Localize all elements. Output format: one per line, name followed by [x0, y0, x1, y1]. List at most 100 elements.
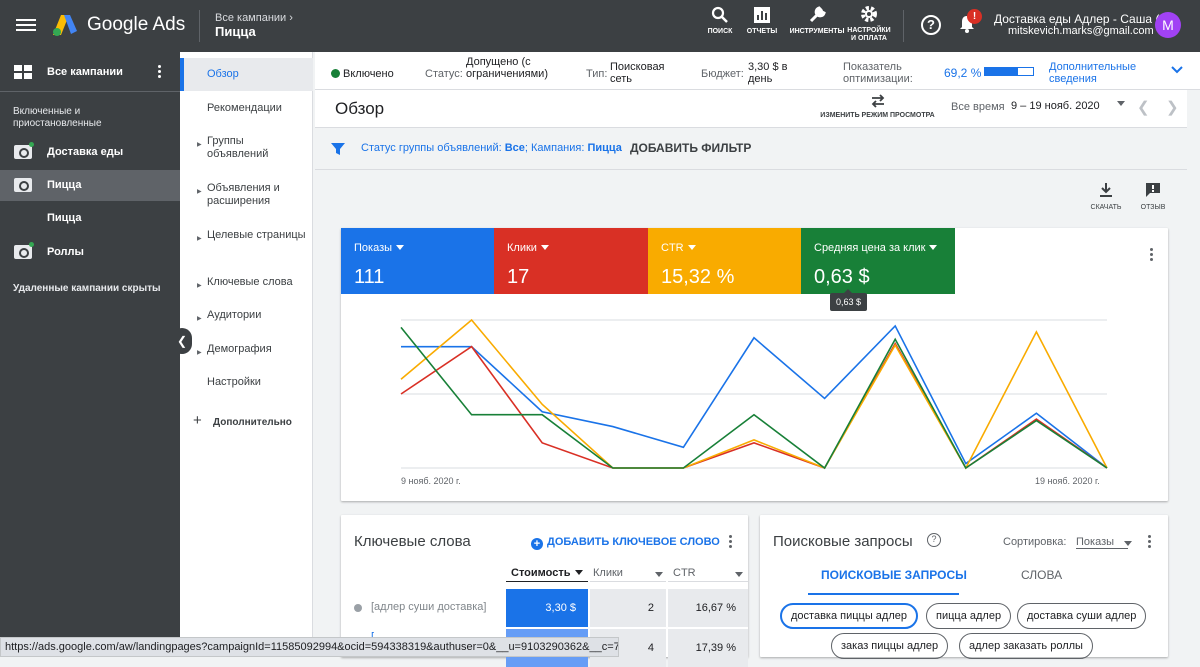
- menu-item-demographics[interactable]: ▶ Демография: [180, 343, 313, 357]
- divider: [590, 581, 666, 582]
- dropdown-arrow-icon[interactable]: [1124, 541, 1132, 546]
- query-chip[interactable]: доставка пиццы адлер: [780, 603, 918, 629]
- dropdown-arrow-icon[interactable]: [1117, 101, 1125, 106]
- reports-icon: [754, 7, 770, 23]
- ctr-cell: 17,39 %: [668, 629, 748, 667]
- column-header-ctr[interactable]: CTR: [673, 567, 696, 579]
- expand-arrow-icon: ▶: [197, 350, 202, 356]
- add-keyword-button[interactable]: + ДОБАВИТЬ КЛЮЧЕВОЕ СЛОВО: [531, 536, 720, 550]
- column-header-clicks[interactable]: Клики: [593, 567, 623, 579]
- metric-label: Средняя цена за клик: [814, 242, 937, 254]
- ctr-cell: 16,67 %: [668, 589, 748, 627]
- brand-name[interactable]: Google Ads: [87, 14, 185, 36]
- table-row[interactable]: [адлер суши доставка] 3,30 $ 2 16,67 %: [341, 589, 748, 627]
- query-chip[interactable]: адлер заказать роллы: [959, 633, 1093, 659]
- avatar[interactable]: M: [1155, 12, 1181, 38]
- query-chip[interactable]: доставка суши адлер: [1017, 603, 1147, 629]
- keywords-card: Ключевые слова + ДОБАВИТЬ КЛЮЧЕВОЕ СЛОВО …: [341, 515, 748, 667]
- search-queries-card: Поисковые запросы ? Сортировка: Показы П…: [760, 515, 1168, 659]
- campaign-nav: Все кампании Включенные и приостановленн…: [0, 52, 180, 657]
- menu-item-landing-pages[interactable]: ▶ Целевые страницы: [180, 229, 313, 257]
- campaign-item-rolls[interactable]: Роллы: [0, 237, 180, 268]
- date-range-label: Все время: [951, 101, 1005, 113]
- tab-search-queries[interactable]: ПОИСКОВЫЕ ЗАПРОСЫ: [821, 568, 967, 582]
- sort-dropdown[interactable]: Показы: [1076, 536, 1129, 549]
- more-vert-icon[interactable]: [729, 535, 733, 550]
- filter-icon[interactable]: [331, 142, 345, 156]
- tab-words[interactable]: СЛОВА: [1021, 568, 1062, 582]
- search-campaign-icon: [14, 245, 32, 259]
- expand-arrow-icon: ▶: [197, 142, 202, 148]
- menu-item-ads-extensions[interactable]: ▶ Объявления и расширения: [180, 182, 313, 210]
- dropdown-arrow-icon[interactable]: [655, 572, 663, 577]
- menu-item-settings[interactable]: Настройки: [180, 376, 313, 390]
- all-campaigns-item[interactable]: Все кампании: [0, 52, 180, 92]
- gear-icon: [861, 6, 877, 22]
- query-chip[interactable]: пицца адлер: [926, 603, 1012, 629]
- metric-impressions[interactable]: Показы 111: [341, 228, 494, 294]
- active-filter[interactable]: Статус группы объявлений: Все; Кампания:…: [361, 142, 622, 154]
- wrench-icon: [809, 6, 826, 23]
- campaign-state[interactable]: Включено: [331, 68, 394, 80]
- prev-period-icon[interactable]: ❮: [1137, 98, 1150, 116]
- campaign-status-bar: Включено Статус: Допущено (с ограничения…: [315, 52, 1200, 90]
- metric-value: 17: [507, 266, 530, 288]
- feedback-button[interactable]: ОТЗЫВ: [1138, 182, 1168, 211]
- budget-value[interactable]: 3,30 $ в день: [748, 61, 808, 85]
- keyword-text: [адлер суши доставка]: [371, 601, 487, 613]
- help-icon[interactable]: ?: [927, 533, 941, 547]
- adgroup-item-pizza[interactable]: Пицца: [0, 203, 180, 234]
- menu-item-overview[interactable]: Обзор: [180, 58, 313, 91]
- date-range-picker[interactable]: 9 – 19 нояб. 2020: [1011, 100, 1100, 112]
- metric-avg-cpc[interactable]: Средняя цена за клик 0,63 $: [801, 228, 955, 294]
- metric-ctr[interactable]: CTR 15,32 %: [648, 228, 801, 294]
- change-view-button[interactable]: ИЗМЕНИТЬ РЕЖИМ ПРОСМОТРА: [815, 94, 940, 119]
- tools-tool[interactable]: ИНСТРУМЕНТЫ: [789, 6, 845, 36]
- x-tick-label: 9 нояб. 2020 г.: [401, 476, 461, 486]
- optimization-progress: [984, 67, 1034, 76]
- more-vert-icon[interactable]: [1150, 248, 1154, 263]
- campaign-item-delivery[interactable]: Доставка еды: [0, 137, 180, 168]
- menu-item-keywords[interactable]: ▶ Ключевые слова: [180, 276, 313, 290]
- query-chip[interactable]: заказ пиццы адлер: [831, 633, 949, 659]
- more-details-link[interactable]: Дополнительные сведения: [1049, 61, 1159, 85]
- account-email: mitskevich.marks@gmail.com: [1008, 25, 1154, 37]
- breadcrumb-current[interactable]: Пицца: [215, 24, 256, 39]
- hidden-campaigns-note: Удаленные кампании скрыты: [13, 283, 161, 294]
- campaign-item-pizza[interactable]: Пицца: [0, 170, 180, 201]
- menu-item-audiences[interactable]: ▶ Аудитории: [180, 309, 313, 323]
- metric-label: CTR: [661, 242, 696, 254]
- search-campaign-icon: [14, 178, 32, 192]
- keywords-title: Ключевые слова: [354, 533, 471, 550]
- dropdown-arrow-icon[interactable]: [735, 572, 743, 577]
- column-header-cost[interactable]: Стоимость: [511, 567, 583, 579]
- account-name[interactable]: Доставка еды Адлер - Саша (4…: [994, 12, 1178, 26]
- metric-clicks[interactable]: Клики 17: [494, 228, 648, 294]
- breadcrumb-all-campaigns[interactable]: Все кампании ›: [215, 12, 293, 24]
- divider: [199, 10, 200, 42]
- more-vert-icon[interactable]: [1148, 535, 1152, 550]
- scrollbar[interactable]: [1187, 90, 1200, 657]
- search-tool[interactable]: ПОИСК: [705, 6, 735, 36]
- adgroup-label: Пицца: [47, 212, 82, 224]
- settings-tool[interactable]: НАСТРОЙКИ И ОПЛАТА: [846, 5, 892, 43]
- download-button[interactable]: СКАЧАТЬ: [1090, 182, 1122, 211]
- help-icon[interactable]: ?: [921, 15, 941, 35]
- hamburger-menu-icon[interactable]: [16, 16, 36, 36]
- page-header: Обзор ИЗМЕНИТЬ РЕЖИМ ПРОСМОТРА Все время…: [315, 90, 1200, 128]
- menu-item-recommendations[interactable]: Рекомендации: [180, 102, 313, 116]
- collapse-nav-button[interactable]: ❮: [172, 328, 192, 354]
- menu-item-more[interactable]: + Дополнительно: [180, 413, 313, 430]
- expand-arrow-icon: ▶: [197, 316, 202, 322]
- divider: [668, 581, 748, 582]
- campaign-label: Роллы: [47, 246, 84, 258]
- add-filter-button[interactable]: ДОБАВИТЬ ФИЛЬТР: [630, 141, 751, 155]
- reports-tool[interactable]: ОТЧЕТЫ: [745, 6, 779, 36]
- more-vert-icon[interactable]: [158, 65, 162, 80]
- next-period-icon[interactable]: ❯: [1166, 98, 1179, 116]
- menu-item-ad-groups[interactable]: ▶ Группы объявлений: [180, 135, 313, 163]
- search-queries-title: Поисковые запросы: [773, 533, 913, 550]
- type-value: Поисковая сеть: [610, 61, 665, 85]
- optimization-value[interactable]: 69,2 %: [944, 67, 981, 79]
- chevron-down-icon[interactable]: [1171, 66, 1183, 74]
